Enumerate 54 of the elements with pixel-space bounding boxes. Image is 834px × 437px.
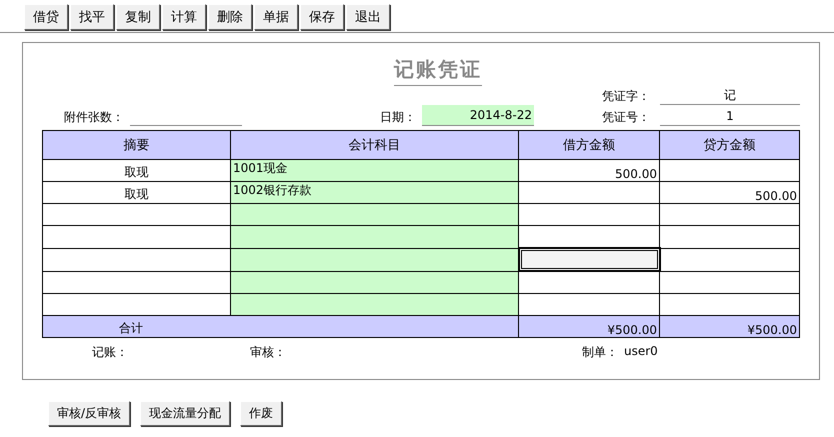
account-cell[interactable]: 1001现金 [230, 160, 518, 182]
total-cell: ¥500.00 [518, 316, 660, 338]
toolbar-button[interactable]: 借贷 [24, 4, 68, 30]
table-cell[interactable] [42, 271, 230, 294]
table-cell[interactable] [42, 226, 230, 248]
field-value: user0 [624, 344, 658, 360]
table-cell[interactable] [660, 160, 800, 182]
field-label: 日期： [380, 109, 416, 126]
account-cell[interactable] [230, 204, 518, 226]
table-cell[interactable] [42, 204, 230, 226]
table-cell[interactable]: 500.00 [660, 182, 800, 204]
account-cell[interactable]: 1002银行存款 [230, 182, 518, 204]
table-cell[interactable] [42, 248, 230, 271]
toolbar-button[interactable]: 删除 [208, 4, 252, 30]
total-label: 合计 [42, 316, 518, 338]
field-label: 记账： [92, 344, 128, 360]
table-cell[interactable] [518, 204, 660, 226]
account-cell[interactable] [230, 271, 518, 294]
table-cell[interactable] [660, 248, 800, 271]
toolbar-button[interactable]: 退出 [346, 4, 390, 30]
total-cell: ¥500.00 [660, 316, 800, 338]
toolbar-button[interactable]: 单据 [254, 4, 298, 30]
table-cell[interactable] [518, 182, 660, 204]
voucher-title: 记账凭证 [394, 56, 482, 86]
action-button[interactable]: 现金流量分配 [140, 401, 230, 426]
field-label: 凭证号： [602, 109, 650, 126]
account-cell[interactable] [230, 248, 518, 271]
toolbar-button[interactable]: 复制 [116, 4, 160, 30]
column-header: 贷方金额 [660, 130, 800, 160]
table-cell[interactable] [660, 271, 800, 294]
toolbar-button[interactable]: 找平 [70, 4, 114, 30]
table-cell[interactable] [660, 204, 800, 226]
voucher-number-field[interactable]: 1 [660, 107, 800, 126]
field-label: 凭证字： [602, 88, 650, 105]
field-label: 审核： [250, 344, 286, 360]
date-field[interactable]: 2014-8-22 [422, 105, 534, 126]
column-header: 借方金额 [518, 130, 660, 160]
table-cell[interactable] [660, 226, 800, 248]
table-cell[interactable]: 取现 [42, 182, 230, 204]
column-header: 会计科目 [230, 130, 518, 160]
table-cell[interactable] [518, 248, 660, 271]
toolbar-button[interactable]: 保存 [300, 4, 344, 30]
field-label: 附件张数： [64, 109, 124, 126]
field-label: 制单： [582, 344, 618, 360]
account-cell[interactable] [230, 226, 518, 248]
voucher-word-field[interactable]: 记 [660, 86, 800, 105]
action-button[interactable]: 审核/反审核 [48, 401, 130, 426]
account-cell[interactable] [230, 294, 518, 316]
toolbar-button[interactable]: 计算 [162, 4, 206, 30]
table-cell[interactable]: 500.00 [518, 160, 660, 182]
table-cell[interactable] [518, 271, 660, 294]
action-button[interactable]: 作废 [240, 401, 282, 426]
table-cell[interactable]: 取现 [42, 160, 230, 182]
column-header: 摘要 [42, 130, 230, 160]
